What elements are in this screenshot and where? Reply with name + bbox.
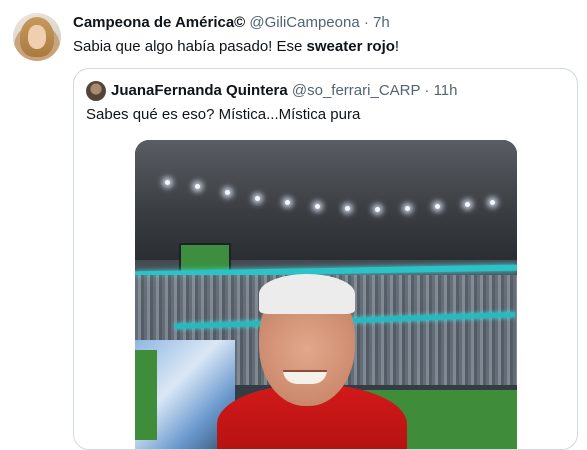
- quoted-time[interactable]: 11h: [434, 82, 458, 99]
- quoted-separator-dot: ·: [424, 82, 430, 99]
- fan-green-shirt: [135, 350, 157, 440]
- quoted-author-handle[interactable]: @so_ferrari_CARP: [292, 82, 420, 99]
- tweet[interactable]: Campeona de América© @GiliCampeona · 7h …: [0, 0, 587, 450]
- author-handle[interactable]: @GiliCampeona: [249, 14, 359, 31]
- tweet-text-bold: sweater rojo: [306, 38, 395, 55]
- quoted-tweet[interactable]: JuanaFernanda Quintera @so_ferrari_CARP …: [73, 68, 578, 450]
- tweet-text-before: Sabia que algo había pasado! Ese: [73, 38, 307, 55]
- tweet-text: Sabia que algo había pasado! Ese sweater…: [73, 37, 399, 57]
- quoted-text: Sabes qué es eso? Mística...Mística pura: [86, 106, 361, 123]
- quoted-author-name[interactable]: JuanaFernanda Quintera: [111, 82, 288, 99]
- stadium-lights: [135, 180, 517, 220]
- avatar-face: [28, 25, 46, 49]
- quoted-header: JuanaFernanda Quintera @so_ferrari_CARP …: [111, 81, 457, 101]
- author-name[interactable]: Campeona de América©: [73, 14, 245, 31]
- avatar[interactable]: [13, 13, 61, 61]
- separator-dot: ·: [363, 14, 369, 31]
- quoted-photo[interactable]: [135, 140, 517, 449]
- man-hair: [259, 274, 355, 314]
- tweet-text-after: !: [394, 38, 400, 55]
- tweet-header: Campeona de América© @GiliCampeona · 7h: [73, 14, 390, 32]
- tweet-time[interactable]: 7h: [373, 14, 390, 31]
- quoted-avatar[interactable]: [86, 81, 106, 101]
